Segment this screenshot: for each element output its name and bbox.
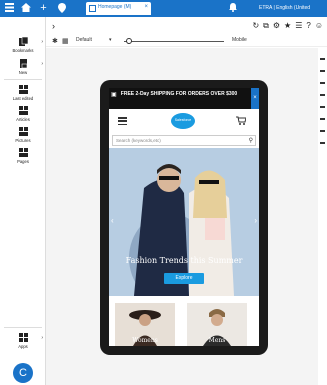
articles-icon (18, 106, 28, 115)
divider (320, 130, 325, 132)
promo-text: FREE 2-Day SHIPPING FOR ORDERS OVER $300 (120, 91, 238, 97)
chevron-down-icon[interactable]: ▾ (109, 37, 112, 43)
sidebar-item-pictures[interactable]: Pictures (4, 127, 42, 143)
apps-grid-icon (18, 333, 28, 342)
category-cards: Womens Mens (109, 303, 259, 346)
divider (320, 94, 325, 96)
sidebar-item-articles[interactable]: Articles (4, 106, 42, 122)
close-icon[interactable]: × (251, 88, 259, 109)
site-logo[interactable]: Salesforce (171, 113, 195, 129)
tab-label: Homepage (M) (98, 4, 132, 10)
app-root: + Homepage (M) × ETRA | English (United … (0, 0, 327, 385)
chevron-right-icon: › (41, 61, 43, 67)
sidebar-item-label: Pictures (15, 138, 31, 143)
list-icon[interactable]: ☰ (295, 21, 302, 31)
notification-bell-icon[interactable] (229, 3, 237, 14)
sidebar-item-bookmarks[interactable]: Bookmarks › (4, 37, 43, 53)
sidebar-item-last-edited[interactable]: Last edited (4, 85, 42, 101)
page-icon (89, 5, 96, 12)
close-icon[interactable]: × (144, 4, 148, 10)
chevron-left-icon[interactable]: ‹ (111, 216, 114, 225)
user-locale-label[interactable]: ETRA | English (United (259, 5, 310, 11)
hero-banner[interactable]: ‹ › Fashion Trends this Summer Explore (109, 148, 259, 296)
device-label[interactable]: Mobile (232, 37, 247, 43)
home-icon[interactable] (20, 3, 31, 14)
chevron-right-icon[interactable]: › (52, 21, 55, 31)
divider (320, 82, 325, 84)
card-label: Womens (132, 337, 158, 344)
divider (320, 106, 325, 108)
explore-button[interactable]: Explore (164, 273, 204, 284)
pictures-icon (18, 127, 28, 136)
app-logo-button[interactable]: C (13, 363, 33, 383)
toolbar-actions: ↻ ⧉ ⚙ ★ ☰ ? ☺ (252, 21, 323, 31)
sidebar-item-label: New (18, 70, 28, 75)
sidebar-item-label: Pages (17, 159, 29, 164)
divider (320, 58, 325, 60)
divider (320, 142, 325, 144)
hero-title: Fashion Trends this Summer (125, 256, 243, 265)
toolbar: › ↻ ⧉ ⚙ ★ ☰ ? ☺ (46, 17, 327, 35)
site-search-input[interactable]: Search (keywords,etc) ⚲ (112, 135, 256, 146)
hamburger-menu-icon[interactable] (118, 117, 127, 126)
sidebar-item-label: Articles (16, 117, 30, 122)
user-icon[interactable]: ☺ (315, 21, 323, 31)
preset-select[interactable]: Default (76, 37, 92, 43)
right-panel-edge (318, 48, 327, 168)
help-icon[interactable]: ? (306, 21, 310, 31)
sidebar-item-new[interactable]: New › (4, 59, 43, 75)
pin-icon[interactable]: ✱ (52, 37, 58, 45)
bookmarks-icon (18, 37, 28, 46)
sidebar-item-label: Last edited (12, 96, 34, 101)
device-preview-bar: ✱ ▦ Default ▾ Mobile (46, 35, 327, 47)
sidebar-item-pages[interactable]: Pages (4, 148, 42, 164)
divider (4, 327, 42, 328)
divider (320, 118, 325, 120)
new-icon (19, 59, 27, 68)
sidebar-item-label: Apps (18, 344, 28, 349)
calendar-icon[interactable]: ▦ (62, 37, 69, 45)
sidebar: Bookmarks › New › Last edited Articles P… (0, 17, 46, 385)
tab-homepage[interactable]: Homepage (M) × (86, 2, 151, 15)
promo-banner: ▣ FREE 2-Day SHIPPING FOR ORDERS OVER $3… (109, 88, 259, 109)
divider (4, 79, 42, 80)
slider-handle[interactable] (126, 38, 132, 44)
cart-icon[interactable] (236, 116, 246, 125)
last-edited-icon (18, 85, 28, 94)
add-icon[interactable]: + (38, 3, 49, 14)
top-bar: + Homepage (M) × ETRA | English (United (0, 0, 327, 17)
chevron-right-icon: › (41, 335, 43, 341)
pages-icon (18, 148, 28, 157)
location-pin-icon[interactable] (56, 3, 67, 14)
divider (320, 70, 325, 72)
card-label: Mens (208, 337, 226, 344)
width-slider[interactable] (124, 41, 224, 42)
star-icon[interactable]: ★ (284, 21, 291, 31)
chevron-right-icon[interactable]: › (254, 216, 257, 225)
category-card-mens[interactable]: Mens (187, 303, 247, 346)
chevron-right-icon: › (41, 39, 43, 45)
search-placeholder: Search (keywords,etc) (116, 138, 161, 143)
search-icon[interactable]: ⚲ (249, 137, 253, 144)
logo-text: Salesforce (174, 118, 192, 122)
category-card-womens[interactable]: Womens (115, 303, 175, 346)
settings-icon[interactable]: ⚙ (273, 21, 280, 31)
site-header: Salesforce (109, 109, 259, 135)
sidebar-item-apps[interactable]: Apps › (4, 333, 43, 349)
grid-menu-icon[interactable] (4, 3, 15, 14)
refresh-icon[interactable]: ↻ (252, 21, 259, 31)
mobile-screen: ▣ FREE 2-Day SHIPPING FOR ORDERS OVER $3… (109, 88, 259, 346)
open-external-icon[interactable]: ⧉ (263, 21, 269, 31)
sidebar-item-label: Bookmarks (12, 48, 34, 53)
